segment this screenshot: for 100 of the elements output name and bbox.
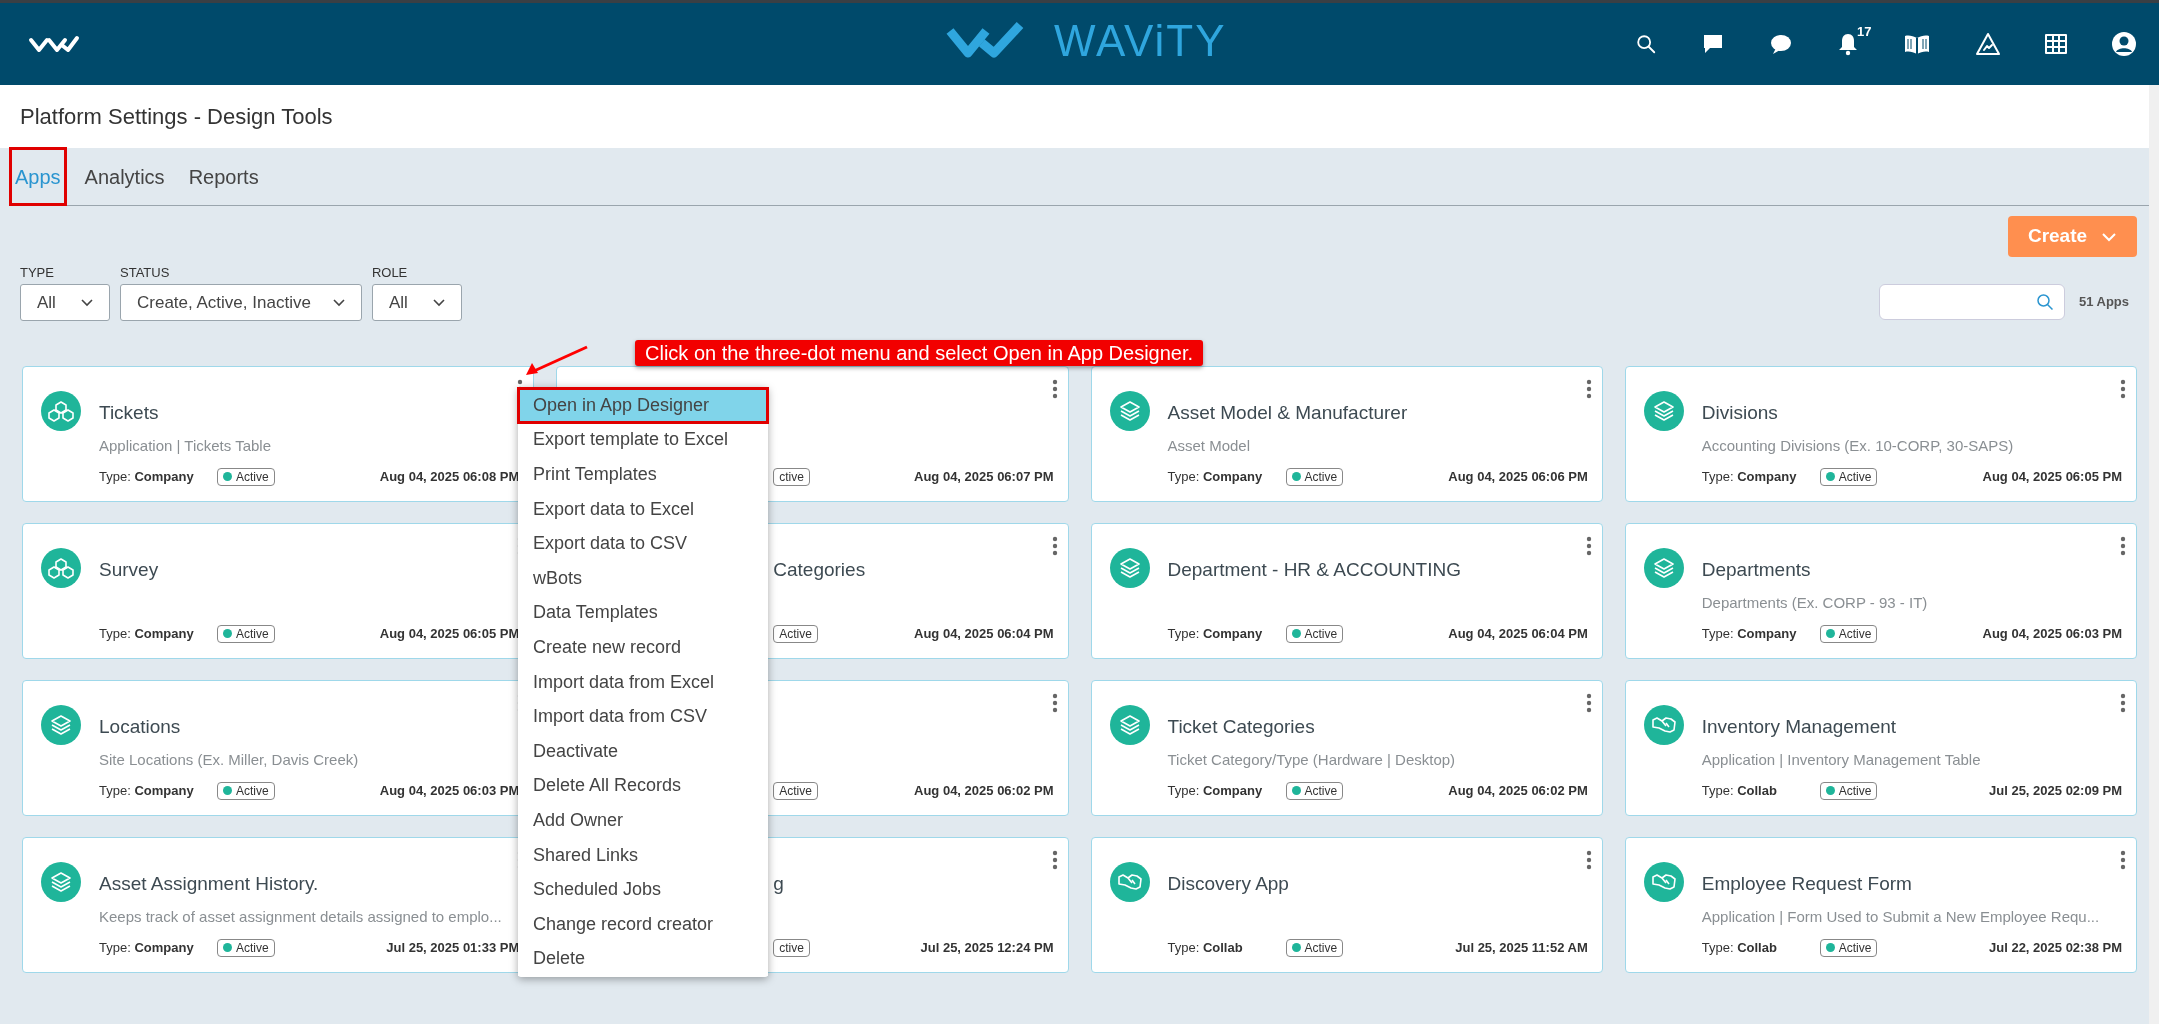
more-options-icon[interactable] [1585, 536, 1592, 556]
app-title: Departments [1701, 558, 1811, 582]
app-card[interactable]: Ticket Categories Ticket Category/Type (Hardware | Desktop) Type: Company Active Aug 04, 2025 06:02 PM [1090, 680, 1603, 816]
app-title: Categories [773, 558, 866, 582]
app-card[interactable]: Divisions Accounting Divisions (Ex. 10-CORP, 30-SAPS) Type: Company Active Aug 04, 2025 06:05 PM [1624, 366, 2137, 502]
bell-icon[interactable] [1837, 32, 1859, 56]
menu-item[interactable]: Print Templates [518, 457, 768, 492]
search-icon[interactable] [1635, 33, 1657, 55]
app-description: Site Locations (Ex. Miller, Davis Creek) [99, 750, 359, 770]
modified-date: Aug 04, 2025 06:05 PM [379, 625, 520, 643]
cubes-icon [41, 548, 81, 588]
layers-icon [1109, 705, 1150, 745]
menu-item[interactable]: Import data from Excel [518, 664, 768, 700]
menu-item[interactable]: Export data to CSV [518, 526, 768, 561]
modified-date: Aug 04, 2025 06:05 PM [1982, 468, 2122, 486]
menu-item[interactable]: Delete All Records [518, 768, 768, 804]
menu-item[interactable]: Deactivate [518, 733, 768, 769]
app-description: Departments (Ex. CORP - 93 - IT) [1701, 593, 1928, 613]
handshake-icon [1643, 862, 1684, 902]
app-title: Asset Assignment History. [99, 872, 319, 896]
menu-item[interactable]: wBots [518, 560, 768, 596]
menu-item[interactable]: Add Owner [518, 803, 768, 838]
app-description: Asset Model [1167, 436, 1251, 456]
menu-item[interactable]: Import data from CSV [518, 699, 768, 734]
app-description: Application | Tickets Table [99, 436, 272, 456]
app-description: Application | Inventory Management Table [1701, 750, 1981, 770]
layers-icon [41, 705, 81, 745]
modified-date: Aug 04, 2025 06:08 PM [379, 468, 520, 486]
more-options-icon[interactable] [2120, 536, 2126, 556]
tab[interactable]: Reports [183, 148, 264, 205]
app-card[interactable]: Department - HR & ACCOUNTING Type: Company Active Aug 04, 2025 06:04 PM [1090, 523, 1603, 659]
modified-date: Jul 25, 2025 01:33 PM [386, 939, 520, 957]
chevron-down-icon [2101, 231, 2118, 242]
app-card[interactable]: Tickets Application | Tickets Table Type: Company Active Aug 04, 2025 06:08 PM [22, 366, 535, 502]
app-card[interactable]: Discovery App Type: Collab Active Jul 25, 2025 11:52 AM [1090, 837, 1603, 973]
app-description: Accounting Divisions (Ex. 10-CORP, 30-SAPS) [1701, 436, 2014, 456]
more-options-icon[interactable] [1051, 536, 1058, 556]
modified-date: Aug 04, 2025 06:02 PM [1448, 782, 1588, 800]
modified-date: Jul 25, 2025 02:09 PM [1989, 782, 2122, 800]
menu-item[interactable]: Export template to Excel [518, 422, 768, 458]
layers-icon [41, 862, 81, 902]
status-badge: Active [773, 624, 818, 643]
menu-item[interactable]: Scheduled Jobs [518, 872, 768, 907]
modified-date: Aug 04, 2025 06:06 PM [1448, 468, 1588, 486]
menu-item[interactable]: Data Templates [518, 595, 768, 631]
filter-dropdown[interactable]: All [20, 284, 110, 321]
pointer-arrow [524, 344, 590, 378]
app-card[interactable]: Departments Departments (Ex. CORP - 93 - IT) Type: Company Active Aug 04, 2025 06:03 PM [1624, 523, 2137, 659]
layers-icon [1643, 391, 1684, 431]
status-badge: Active [1819, 467, 1878, 486]
filter-label: TYPE [20, 263, 55, 282]
app-type: Type: Company [1167, 468, 1264, 486]
app-type: Type: Company [1167, 782, 1264, 800]
search-field[interactable] [1878, 284, 2065, 320]
menu-item[interactable]: Create new record [518, 630, 768, 665]
filter-dropdown[interactable]: Create, Active, Inactive [120, 284, 362, 321]
menu-item[interactable]: Change record creator [518, 906, 768, 942]
layers-icon [1109, 391, 1150, 431]
more-options-icon[interactable] [2120, 379, 2126, 399]
app-title: Discovery App [1167, 872, 1289, 896]
more-options-icon[interactable] [2120, 693, 2126, 713]
more-options-icon[interactable] [1051, 693, 1058, 713]
warning-icon[interactable] [1975, 32, 2001, 56]
status-badge: Active [1819, 938, 1878, 957]
tab[interactable]: Analytics [79, 148, 170, 205]
grid-icon[interactable] [2045, 34, 2067, 54]
menu-item[interactable]: Export data to Excel [518, 491, 768, 527]
app-card[interactable]: Asset Model & Manufacturer Asset Model Type: Company Active Aug 04, 2025 06:06 PM [1090, 366, 1603, 502]
app-card[interactable]: Inventory Management Application | Inventory Management Table Type: Collab Active Jul 25, 2025 02:09 PM [1624, 680, 2137, 816]
more-options-icon[interactable] [1585, 379, 1592, 399]
user-avatar-icon[interactable] [2111, 31, 2137, 57]
chat-icon[interactable] [1769, 33, 1793, 55]
modified-date: Aug 04, 2025 06:03 PM [1982, 625, 2122, 643]
filter-dropdown[interactable]: All [371, 284, 462, 321]
app-title: Inventory Management [1701, 715, 1897, 739]
message-icon[interactable] [1701, 32, 1725, 56]
menu-item[interactable]: Shared Links [518, 837, 768, 873]
more-options-icon[interactable] [1585, 693, 1592, 713]
app-description: Application | Form Used to Submit a New Employee Requ... [1701, 907, 2100, 927]
chevron-down-icon [332, 298, 345, 307]
app-title: Survey [99, 558, 159, 582]
more-options-icon[interactable] [1051, 379, 1058, 399]
menu-item[interactable]: Open in App Designer [518, 388, 768, 423]
status-badge: ctive [773, 938, 810, 957]
app-type: Type: Company [1167, 625, 1264, 643]
menu-item[interactable]: Delete [518, 941, 768, 977]
modified-date: Jul 25, 2025 11:52 AM [1455, 939, 1588, 957]
app-logo-icon[interactable] [28, 34, 80, 54]
modified-date: Aug 04, 2025 06:04 PM [1448, 625, 1588, 643]
filter-label: STATUS [120, 263, 171, 282]
more-options-icon[interactable] [1585, 850, 1592, 870]
handshake-icon [1109, 862, 1150, 902]
more-options-icon[interactable] [1051, 850, 1058, 870]
app-card[interactable]: Employee Request Form Application | Form Used to Submit a New Employee Requ... Type: Collab Active Jul 22, 2025 02:38 PM [1624, 837, 2137, 973]
more-options-icon[interactable] [2120, 850, 2126, 870]
scrollbar-track[interactable] [2149, 85, 2159, 1024]
notification-count: 17 [1857, 23, 1872, 41]
book-icon[interactable] [1903, 33, 1931, 55]
app-type: Type: Collab [1701, 939, 1778, 957]
modified-date: Jul 22, 2025 02:38 PM [1989, 939, 2122, 957]
